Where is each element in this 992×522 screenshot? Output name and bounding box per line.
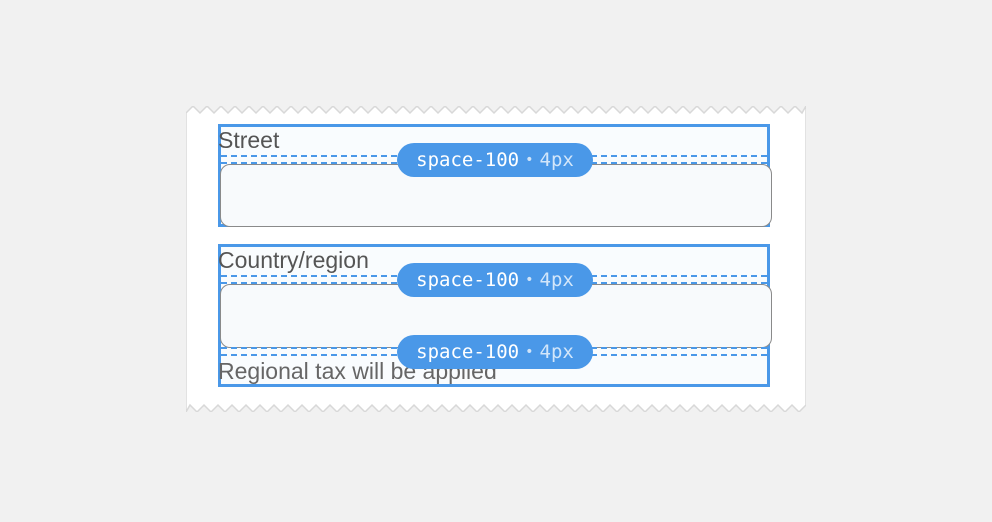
spacing-separator: • [525,152,534,168]
spacing-spec-card: Street space-100 • 4px Country/region Re… [186,106,806,412]
spacing-token: space-100 [416,269,520,291]
spacing-token: space-100 [416,149,520,171]
country-region-label: Country/region [218,247,369,273]
spacing-value: 4px [539,341,574,363]
spacing-separator: • [525,272,534,288]
spacing-badge: space-100 • 4px [397,335,593,369]
spacing-value: 4px [539,149,574,171]
spacing-badge: space-100 • 4px [397,263,593,297]
country-region-field-group: Country/region Regional tax will be appl… [218,244,772,387]
street-label: Street [218,127,280,153]
spacing-value: 4px [539,269,574,291]
street-field-group: Street space-100 • 4px [218,124,772,227]
spacing-token: space-100 [416,341,520,363]
spacing-separator: • [525,344,534,360]
spacing-badge: space-100 • 4px [397,143,593,177]
